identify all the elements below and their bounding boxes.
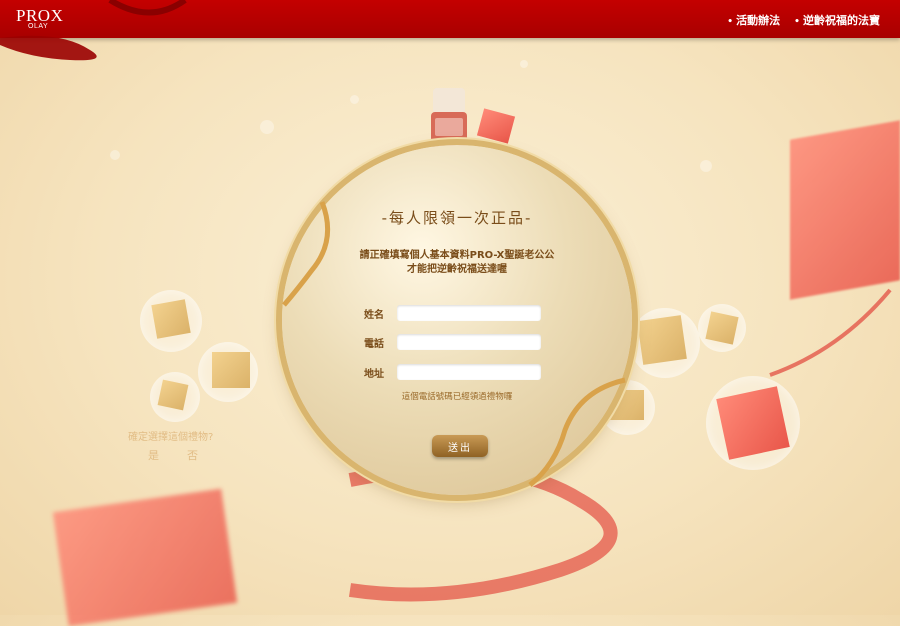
bokeh-dot [110, 150, 120, 160]
gold-ribbon-right [528, 377, 626, 487]
address-row: 地址 [364, 364, 541, 380]
phone-field[interactable] [397, 334, 541, 350]
bokeh-dot [260, 120, 274, 134]
gold-ribbon-left [282, 201, 331, 307]
gift-box-bottom-left [52, 488, 238, 626]
nav-item-rules[interactable]: 活動辦法 [727, 12, 780, 28]
name-field[interactable] [397, 305, 541, 321]
nav-item-treasure[interactable]: 逆齡祝福的法寶 [794, 12, 880, 28]
bokeh-dot [350, 95, 359, 104]
confirm-question: 確定選擇這個禮物? [128, 432, 214, 443]
submit-button[interactable]: 送出 [432, 435, 488, 457]
gift-box-gold [705, 311, 739, 345]
confirm-yes-link[interactable]: 是 [148, 447, 159, 463]
name-row: 姓名 [364, 305, 541, 321]
phone-label: 電話 [364, 338, 384, 350]
prox-logo[interactable]: PROX OLAY [16, 6, 63, 30]
gift-box-gold [157, 379, 189, 411]
top-nav: 活動辦法 逆齡祝福的法寶 [727, 12, 880, 28]
gift-box-gold [212, 352, 250, 388]
red-ribbon-right [769, 288, 892, 377]
product-bottle [431, 88, 467, 148]
name-label: 姓名 [364, 309, 384, 321]
gift-box-gold [637, 315, 687, 365]
phone-row: 電話 [364, 334, 541, 350]
bokeh-dot [700, 160, 712, 172]
address-label: 地址 [364, 368, 384, 380]
confirm-no-link[interactable]: 否 [187, 447, 198, 463]
gift-box-right [790, 120, 900, 300]
gift-box-gold [151, 299, 191, 339]
bokeh-dot [520, 60, 528, 68]
gift-box-small [476, 108, 516, 144]
gift-box-red [716, 386, 790, 460]
